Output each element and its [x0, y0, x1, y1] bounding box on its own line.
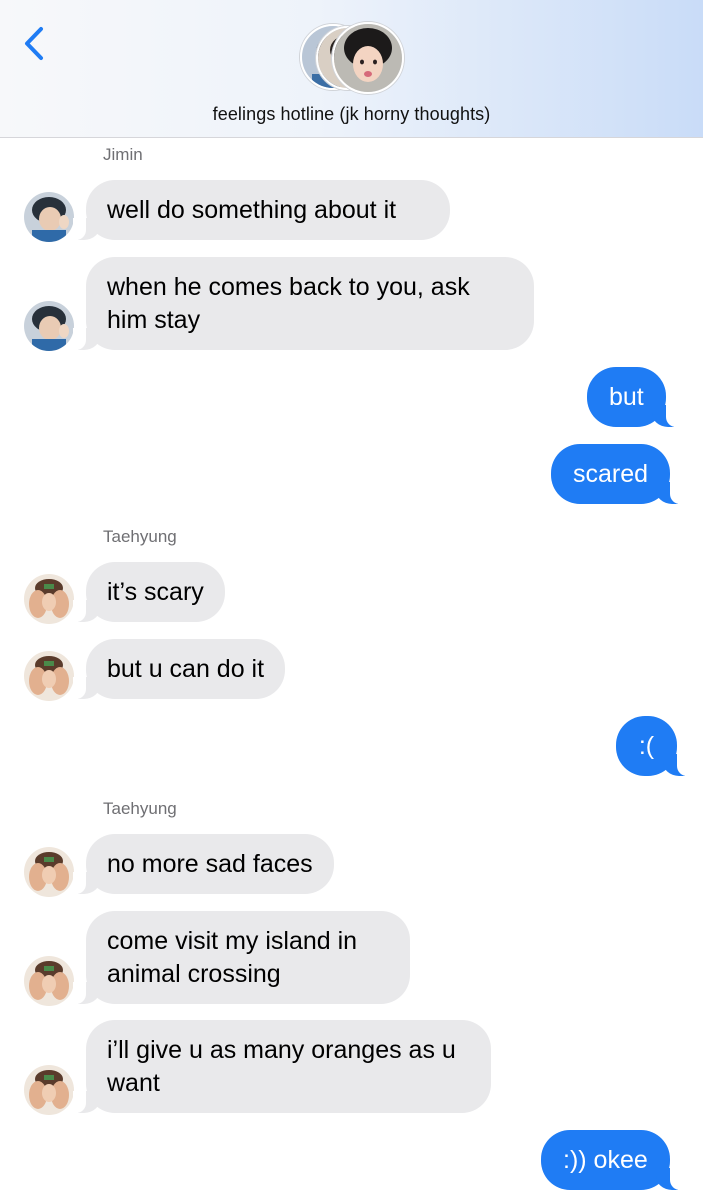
message-text: :( [638, 732, 655, 760]
chat-title[interactable]: feelings hotline (jk horny thoughts) [0, 104, 703, 125]
message-text: it’s scary [107, 578, 204, 606]
message-text: no more sad faces [107, 850, 313, 878]
chevron-left-icon [25, 27, 43, 60]
message-text: i’ll give u as many oranges as u want [107, 1036, 456, 1097]
avatar-taehyung[interactable] [24, 956, 74, 1006]
outgoing-message-bubble[interactable]: scared [551, 444, 684, 504]
avatar-jimin[interactable] [24, 301, 74, 351]
outgoing-message-bubble[interactable]: :)) okee [541, 1130, 683, 1190]
message-text: when he comes back to you, ask him stay [107, 273, 470, 334]
message-text: :)) okee [563, 1146, 648, 1174]
sender-label: Taehyung [103, 799, 177, 818]
message-text: well do something about it [107, 196, 397, 224]
sender-label: Jimin [103, 145, 143, 164]
incoming-message-bubble[interactable]: i’ll give u as many oranges as u want [73, 1020, 491, 1113]
incoming-message-bubble[interactable]: well do something about it [73, 180, 450, 240]
group-avatar-stack[interactable] [298, 20, 408, 94]
sender-label: Taehyung [103, 527, 177, 546]
message-text: but u can do it [107, 655, 265, 683]
avatar-taehyung[interactable] [24, 847, 74, 897]
incoming-message-bubble[interactable]: it’s scary [73, 562, 225, 622]
avatar-taehyung[interactable] [24, 574, 74, 624]
avatar-taehyung[interactable] [24, 1065, 74, 1115]
group-member-avatar [332, 22, 404, 94]
outgoing-message-bubble[interactable]: :( [616, 716, 690, 776]
incoming-message-bubble[interactable]: come visit my island in animal crossing [73, 911, 410, 1004]
avatar-jimin[interactable] [24, 192, 74, 242]
outgoing-message-bubble[interactable]: but [587, 367, 679, 427]
message-text: but [609, 383, 644, 411]
message-text: come visit my island in animal crossing [107, 927, 358, 988]
incoming-message-bubble[interactable]: but u can do it [72, 639, 286, 699]
message-text: scared [573, 460, 649, 488]
incoming-message-bubble[interactable]: no more sad faces [73, 834, 334, 894]
chat-header: feelings hotline (jk horny thoughts) [0, 0, 703, 138]
incoming-message-bubble[interactable]: when he comes back to you, ask him stay [73, 257, 534, 350]
avatar-taehyung[interactable] [24, 651, 74, 701]
back-button[interactable] [14, 22, 58, 66]
